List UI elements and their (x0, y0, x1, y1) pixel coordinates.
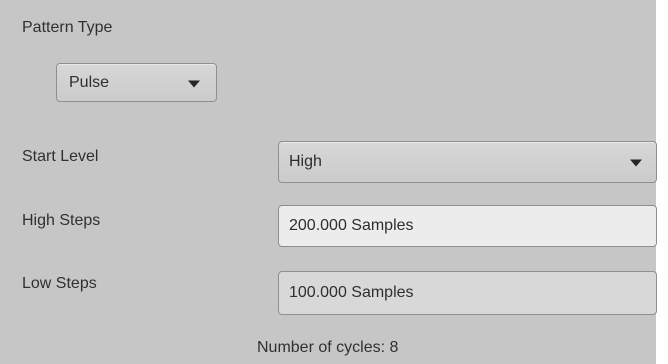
low-steps-input[interactable]: 100.000 Samples (278, 271, 657, 315)
high-steps-label: High Steps (22, 212, 101, 229)
pattern-type-value: Pulse (69, 73, 110, 91)
high-steps-input[interactable]: 200.000 Samples (278, 205, 657, 247)
start-level-label: Start Level (22, 148, 99, 165)
low-steps-label: Low Steps (22, 275, 97, 292)
chevron-down-icon (630, 159, 642, 167)
pattern-type-dropdown[interactable]: Pulse (56, 63, 217, 102)
start-level-dropdown[interactable]: High (278, 141, 657, 183)
low-steps-value: 100.000 Samples (289, 284, 414, 301)
cycles-count-text: Number of cycles: 8 (257, 339, 399, 356)
high-steps-value: 200.000 Samples (289, 217, 414, 234)
start-level-value: High (289, 153, 322, 170)
pattern-type-label: Pattern Type (22, 19, 113, 36)
pattern-settings-panel: Pattern Type Pulse Start Level High High… (0, 0, 668, 364)
chevron-down-icon (188, 80, 200, 88)
